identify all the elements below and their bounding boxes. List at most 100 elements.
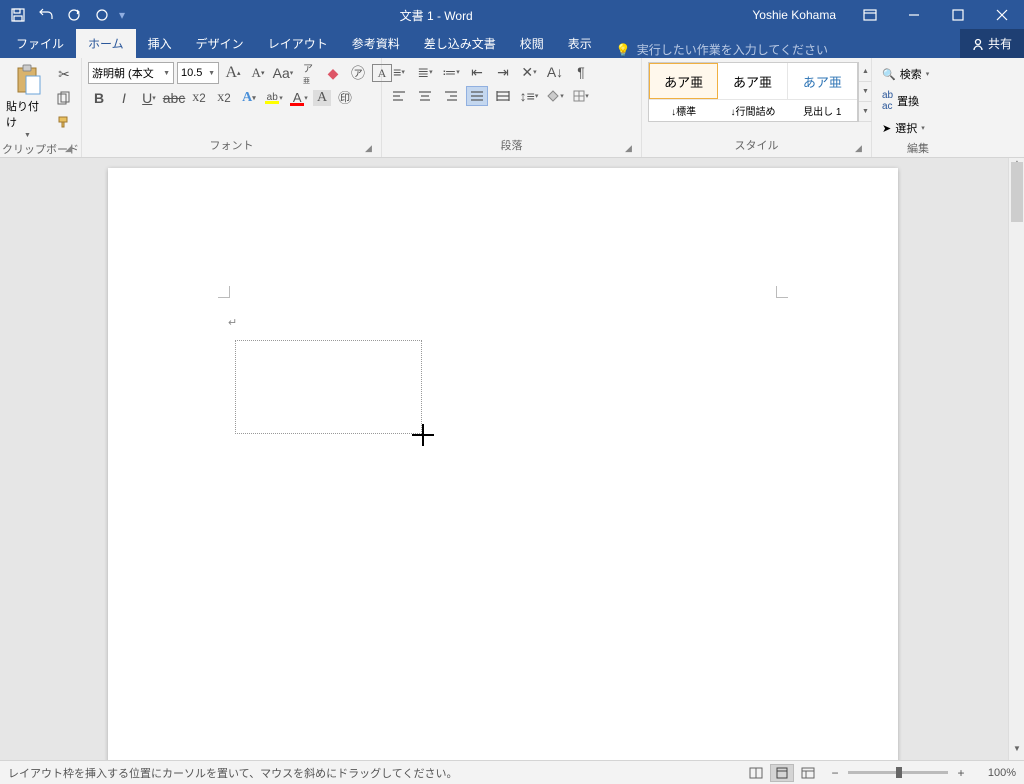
style-normal[interactable]: あア亜 (649, 63, 718, 99)
format-painter-icon[interactable] (53, 112, 75, 132)
zoom-out-button[interactable]: − (828, 766, 842, 780)
close-icon[interactable] (980, 0, 1024, 30)
bullets-icon[interactable]: ≡▾ (388, 62, 410, 82)
copy-icon[interactable] (53, 88, 75, 108)
highlight-color-icon[interactable]: ab▾ (263, 88, 285, 108)
gallery-down-icon[interactable]: ▼ (859, 82, 872, 102)
enclose-circle-icon[interactable]: ㊞ (334, 88, 356, 108)
clipboard-dialog-launcher[interactable]: ◢ (65, 143, 77, 155)
borders-icon[interactable]: ▾ (570, 86, 592, 106)
clear-formatting-icon[interactable]: ◆ (322, 63, 344, 83)
show-marks-icon[interactable]: ¶ (570, 62, 592, 82)
tab-mailings[interactable]: 差し込み文書 (412, 29, 508, 58)
style-sample: あア亜 (803, 72, 842, 91)
shrink-font-icon[interactable]: A▾ (247, 63, 269, 83)
style-sample: あア亜 (664, 72, 703, 91)
tab-layout[interactable]: レイアウト (256, 29, 340, 58)
font-color-icon[interactable]: A▾ (288, 88, 310, 108)
line-spacing-icon[interactable]: ↕≡▾ (518, 86, 540, 106)
margin-corner-tr (776, 286, 788, 298)
numbering-icon[interactable]: ≣▾ (414, 62, 436, 82)
tab-file[interactable]: ファイル (4, 29, 76, 58)
replace-button[interactable]: abac置換 (878, 88, 958, 114)
font-size-combo[interactable]: 10.5▼ (177, 62, 219, 84)
font-name-value: 游明朝 (本文 (92, 65, 154, 81)
align-right-icon[interactable] (440, 86, 462, 106)
align-left-icon[interactable] (388, 86, 410, 106)
qat-dropdown-icon[interactable]: ▾ (118, 8, 126, 22)
vertical-scrollbar[interactable]: ▲ ▼ (1008, 158, 1024, 760)
style-heading1[interactable]: あア亜 (788, 63, 857, 99)
shading-icon[interactable]: ▾ (544, 86, 566, 106)
zoom-slider[interactable] (848, 771, 948, 774)
style-nospacing[interactable]: あア亜 (718, 63, 787, 99)
document-title: 文書 1 - Word (132, 7, 740, 24)
font-dialog-launcher[interactable]: ◢ (365, 143, 377, 155)
page[interactable]: ↵ (108, 168, 898, 760)
chevron-down-icon: ▼ (24, 132, 31, 139)
undo-icon[interactable] (34, 3, 58, 27)
enclose-characters-icon[interactable]: ㋐ (347, 63, 369, 83)
zoom-in-button[interactable]: + (954, 766, 968, 780)
view-buttons (744, 764, 820, 782)
maximize-icon[interactable] (936, 0, 980, 30)
tell-me-label: 実行したい作業を入力してください (637, 41, 828, 58)
character-shading-icon[interactable]: A (313, 90, 331, 106)
minimize-icon[interactable] (892, 0, 936, 30)
tab-review[interactable]: 校閲 (508, 29, 556, 58)
align-center-icon[interactable] (414, 86, 436, 106)
layout-frame-drag[interactable] (235, 340, 422, 434)
strikethrough-button[interactable]: abc (163, 88, 185, 108)
superscript-button[interactable]: x2 (213, 88, 235, 108)
gallery-more-icon[interactable]: ▼ (859, 102, 872, 122)
circle-icon[interactable] (90, 3, 114, 27)
margin-corner-tl (218, 286, 230, 298)
tab-insert[interactable]: 挿入 (136, 29, 184, 58)
distributed-icon[interactable] (492, 86, 514, 106)
font-name-combo[interactable]: 游明朝 (本文▼ (88, 62, 174, 84)
decrease-indent-icon[interactable]: ⇤ (466, 62, 488, 82)
italic-button[interactable]: I (113, 88, 135, 108)
phonetic-guide-icon[interactable]: ア亜 (297, 63, 319, 83)
sort-icon[interactable]: A↓ (544, 62, 566, 82)
asian-layout-icon[interactable]: ✕▾ (518, 62, 540, 82)
save-icon[interactable] (6, 3, 30, 27)
scroll-thumb[interactable] (1011, 162, 1023, 222)
zoom-level[interactable]: 100% (974, 767, 1016, 779)
cursor-icon: ➤ (882, 122, 891, 135)
ribbon-display-icon[interactable] (848, 0, 892, 30)
style-label-normal: ↓標準 (649, 100, 718, 121)
change-case-icon[interactable]: Aa▾ (272, 63, 294, 83)
title-bar: ▾ 文書 1 - Word Yoshie Kohama (0, 0, 1024, 30)
read-mode-icon[interactable] (744, 764, 768, 782)
redo-icon[interactable] (62, 3, 86, 27)
cut-icon[interactable]: ✂ (53, 64, 75, 84)
paragraph-dialog-launcher[interactable]: ◢ (625, 143, 637, 155)
gallery-up-icon[interactable]: ▲ (859, 62, 872, 82)
group-font: 游明朝 (本文▼ 10.5▼ A▴ A▾ Aa▾ ア亜 ◆ ㋐ A B I U▾… (82, 58, 382, 157)
select-button[interactable]: ➤選択▾ (878, 118, 958, 138)
replace-label: 置換 (897, 93, 919, 109)
share-button[interactable]: 共有 (960, 29, 1024, 58)
tab-references[interactable]: 参考資料 (340, 29, 412, 58)
tab-home[interactable]: ホーム (76, 29, 136, 58)
tab-design[interactable]: デザイン (184, 29, 256, 58)
align-justify-icon[interactable] (466, 86, 488, 106)
bold-button[interactable]: B (88, 88, 110, 108)
text-effects-icon[interactable]: A▾ (238, 88, 260, 108)
print-layout-icon[interactable] (770, 764, 794, 782)
increase-indent-icon[interactable]: ⇥ (492, 62, 514, 82)
multilevel-list-icon[interactable]: ≔▾ (440, 62, 462, 82)
web-layout-icon[interactable] (796, 764, 820, 782)
tell-me[interactable]: 💡 実行したい作業を入力してください (604, 41, 840, 58)
grow-font-icon[interactable]: A▴ (222, 63, 244, 83)
underline-button[interactable]: U▾ (138, 88, 160, 108)
subscript-button[interactable]: x2 (188, 88, 210, 108)
status-message: レイアウト枠を挿入する位置にカーソルを置いて、マウスを斜めにドラッグしてください… (8, 765, 744, 781)
find-button[interactable]: 🔍検索▾ (878, 64, 958, 84)
ribbon: 貼り付け ▼ ✂ クリップボード ◢ 游明朝 (本文▼ 10.5▼ A▴ A▾ … (0, 58, 1024, 158)
paste-button[interactable]: 貼り付け ▼ (6, 62, 49, 139)
tab-view[interactable]: 表示 (556, 29, 604, 58)
styles-dialog-launcher[interactable]: ◢ (855, 143, 867, 155)
scroll-down-icon[interactable]: ▼ (1009, 744, 1024, 760)
